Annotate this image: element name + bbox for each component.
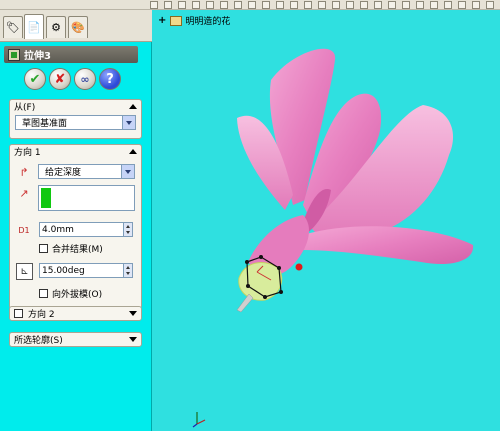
collapse-icon[interactable] <box>129 104 137 109</box>
expand-icon[interactable] <box>129 311 137 316</box>
toolbar-icon[interactable] <box>150 1 158 9</box>
feature-title: 拉伸3 <box>24 51 51 62</box>
toolbar-icon[interactable] <box>374 1 382 9</box>
toolbar-icon[interactable] <box>262 1 270 9</box>
selection-indicator <box>41 188 51 208</box>
direction-arrow-icon[interactable]: ↗ <box>16 185 32 201</box>
end-condition-value: 给定深度 <box>45 168 82 178</box>
draft-outward-box[interactable] <box>39 289 48 298</box>
merge-result-box[interactable] <box>39 244 48 253</box>
toolbar-icon[interactable] <box>248 1 256 9</box>
draft-angle-value: 15.00deg <box>42 265 85 276</box>
toolbar-icon[interactable] <box>388 1 396 9</box>
draft-toggle-icon[interactable]: ⊾ <box>16 263 33 280</box>
property-manager: 🏷 📄 ⚙ 🎨 拉伸3 ✔ ✘ ∞ ? 从(F) 草图基准面 方向 1 ↱ 给定… <box>0 10 152 431</box>
direction2-label: 方向 2 <box>28 310 55 320</box>
configuration-icon: ⚙ <box>51 21 61 34</box>
reverse-direction-icon[interactable]: ↱ <box>16 164 32 180</box>
depth-value: 4.0mm <box>42 224 74 235</box>
toolbar-icon[interactable] <box>220 1 228 9</box>
from-label: 从(F) <box>14 103 36 113</box>
direction2-group: 方向 2 <box>9 306 142 321</box>
depth-spinner[interactable] <box>123 223 132 236</box>
tab-configuration[interactable]: ⚙ <box>46 16 66 38</box>
graphics-area[interactable]: + 明明造的花 <box>153 10 500 431</box>
sketch-point[interactable] <box>246 284 250 288</box>
selected-contours-header[interactable]: 所选轮廓(S) <box>10 333 141 346</box>
toolbar-icon[interactable] <box>458 1 466 9</box>
from-group: 从(F) 草图基准面 <box>9 99 142 139</box>
appearance-icon: 🎨 <box>71 21 85 34</box>
action-buttons: ✔ ✘ ∞ ? <box>24 68 121 92</box>
toolbar-icon[interactable] <box>486 1 494 9</box>
direction1-group: 方向 1 ↱ 给定深度 ↗ D1 4.0mm 合并结果(M) ⊾ 15.00de… <box>9 144 142 309</box>
start-condition-value: 草图基准面 <box>22 119 68 129</box>
axis-triad-icon <box>192 412 206 428</box>
flower-stem <box>236 293 254 313</box>
flower-model[interactable] <box>153 10 500 431</box>
draft-outward-label: 向外拔模(O) <box>52 290 103 300</box>
property-icon: 📄 <box>27 20 41 34</box>
toolbar-icon[interactable] <box>346 1 354 9</box>
draft-angle-spinner[interactable] <box>123 264 132 277</box>
toolbar-icon[interactable] <box>192 1 200 9</box>
petal-lower-right <box>303 226 474 265</box>
toolbar-icon[interactable] <box>360 1 368 9</box>
dropdown-arrow-icon[interactable] <box>122 116 135 129</box>
sketch-point[interactable] <box>259 255 263 259</box>
tab-property-manager[interactable]: 📄 <box>24 14 44 39</box>
direction2-checkbox[interactable] <box>14 309 23 318</box>
direction2-header[interactable]: 方向 2 <box>10 307 141 320</box>
merge-result-checkbox[interactable]: 合并结果(M) <box>39 242 103 255</box>
toolbar-icon[interactable] <box>472 1 480 9</box>
toolbar-icon[interactable] <box>332 1 340 9</box>
toolbar-icon[interactable] <box>318 1 326 9</box>
direction1-label: 方向 1 <box>14 148 41 158</box>
feature-title-bar: 拉伸3 <box>4 46 138 63</box>
draft-outward-checkbox[interactable]: 向外拔模(O) <box>39 287 102 300</box>
from-group-header[interactable]: 从(F) <box>10 100 141 113</box>
draft-angle-input[interactable]: 15.00deg <box>39 263 133 278</box>
toolbar-icon[interactable] <box>290 1 298 9</box>
help-button[interactable]: ? <box>99 68 121 90</box>
dropdown-arrow-icon[interactable] <box>121 165 134 178</box>
sketch-point[interactable] <box>277 266 281 270</box>
direction2-toggle[interactable]: 方向 2 <box>14 307 55 320</box>
start-condition-select[interactable]: 草图基准面 <box>15 115 136 130</box>
toolbar-icon[interactable] <box>164 1 172 9</box>
toolbar-icon[interactable] <box>178 1 186 9</box>
direction-selection-box[interactable] <box>38 185 135 211</box>
end-condition-select[interactable]: 给定深度 <box>38 164 135 179</box>
toolbar-icon[interactable] <box>276 1 284 9</box>
toolbar-icon[interactable] <box>430 1 438 9</box>
depth-icon-caption: D1 <box>18 225 30 235</box>
depth-input[interactable]: 4.0mm <box>39 222 133 237</box>
manager-tabs: 🏷 📄 ⚙ 🎨 <box>0 10 152 42</box>
ok-button[interactable]: ✔ <box>24 68 46 90</box>
preview-button[interactable]: ∞ <box>74 68 96 90</box>
depth-icon: D1 <box>16 222 32 238</box>
direction1-header[interactable]: 方向 1 <box>10 145 141 158</box>
cancel-button[interactable]: ✘ <box>49 68 71 90</box>
toolbar-icon[interactable] <box>416 1 424 9</box>
tab-feature-tree[interactable]: 🏷 <box>3 16 23 38</box>
expand-icon[interactable] <box>129 337 137 342</box>
tab-appearance[interactable]: 🎨 <box>68 16 88 38</box>
sketch-point[interactable] <box>279 290 283 294</box>
sketch-point[interactable] <box>263 295 267 299</box>
origin-handle[interactable] <box>295 263 303 271</box>
merge-result-label: 合并结果(M) <box>52 245 103 255</box>
top-toolbar <box>0 0 500 10</box>
toolbar-icon[interactable] <box>206 1 214 9</box>
toolbar-icon[interactable] <box>444 1 452 9</box>
collapse-icon[interactable] <box>129 149 137 154</box>
toolbar-icon[interactable] <box>304 1 312 9</box>
toolbar-icon[interactable] <box>402 1 410 9</box>
selected-contours-group: 所选轮廓(S) <box>9 332 142 347</box>
feature-tree-icon: 🏷 <box>6 21 20 34</box>
selected-contours-label: 所选轮廓(S) <box>14 336 63 346</box>
extrude-icon <box>8 48 20 61</box>
sketch-point[interactable] <box>245 260 249 264</box>
toolbar-icon[interactable] <box>234 1 242 9</box>
